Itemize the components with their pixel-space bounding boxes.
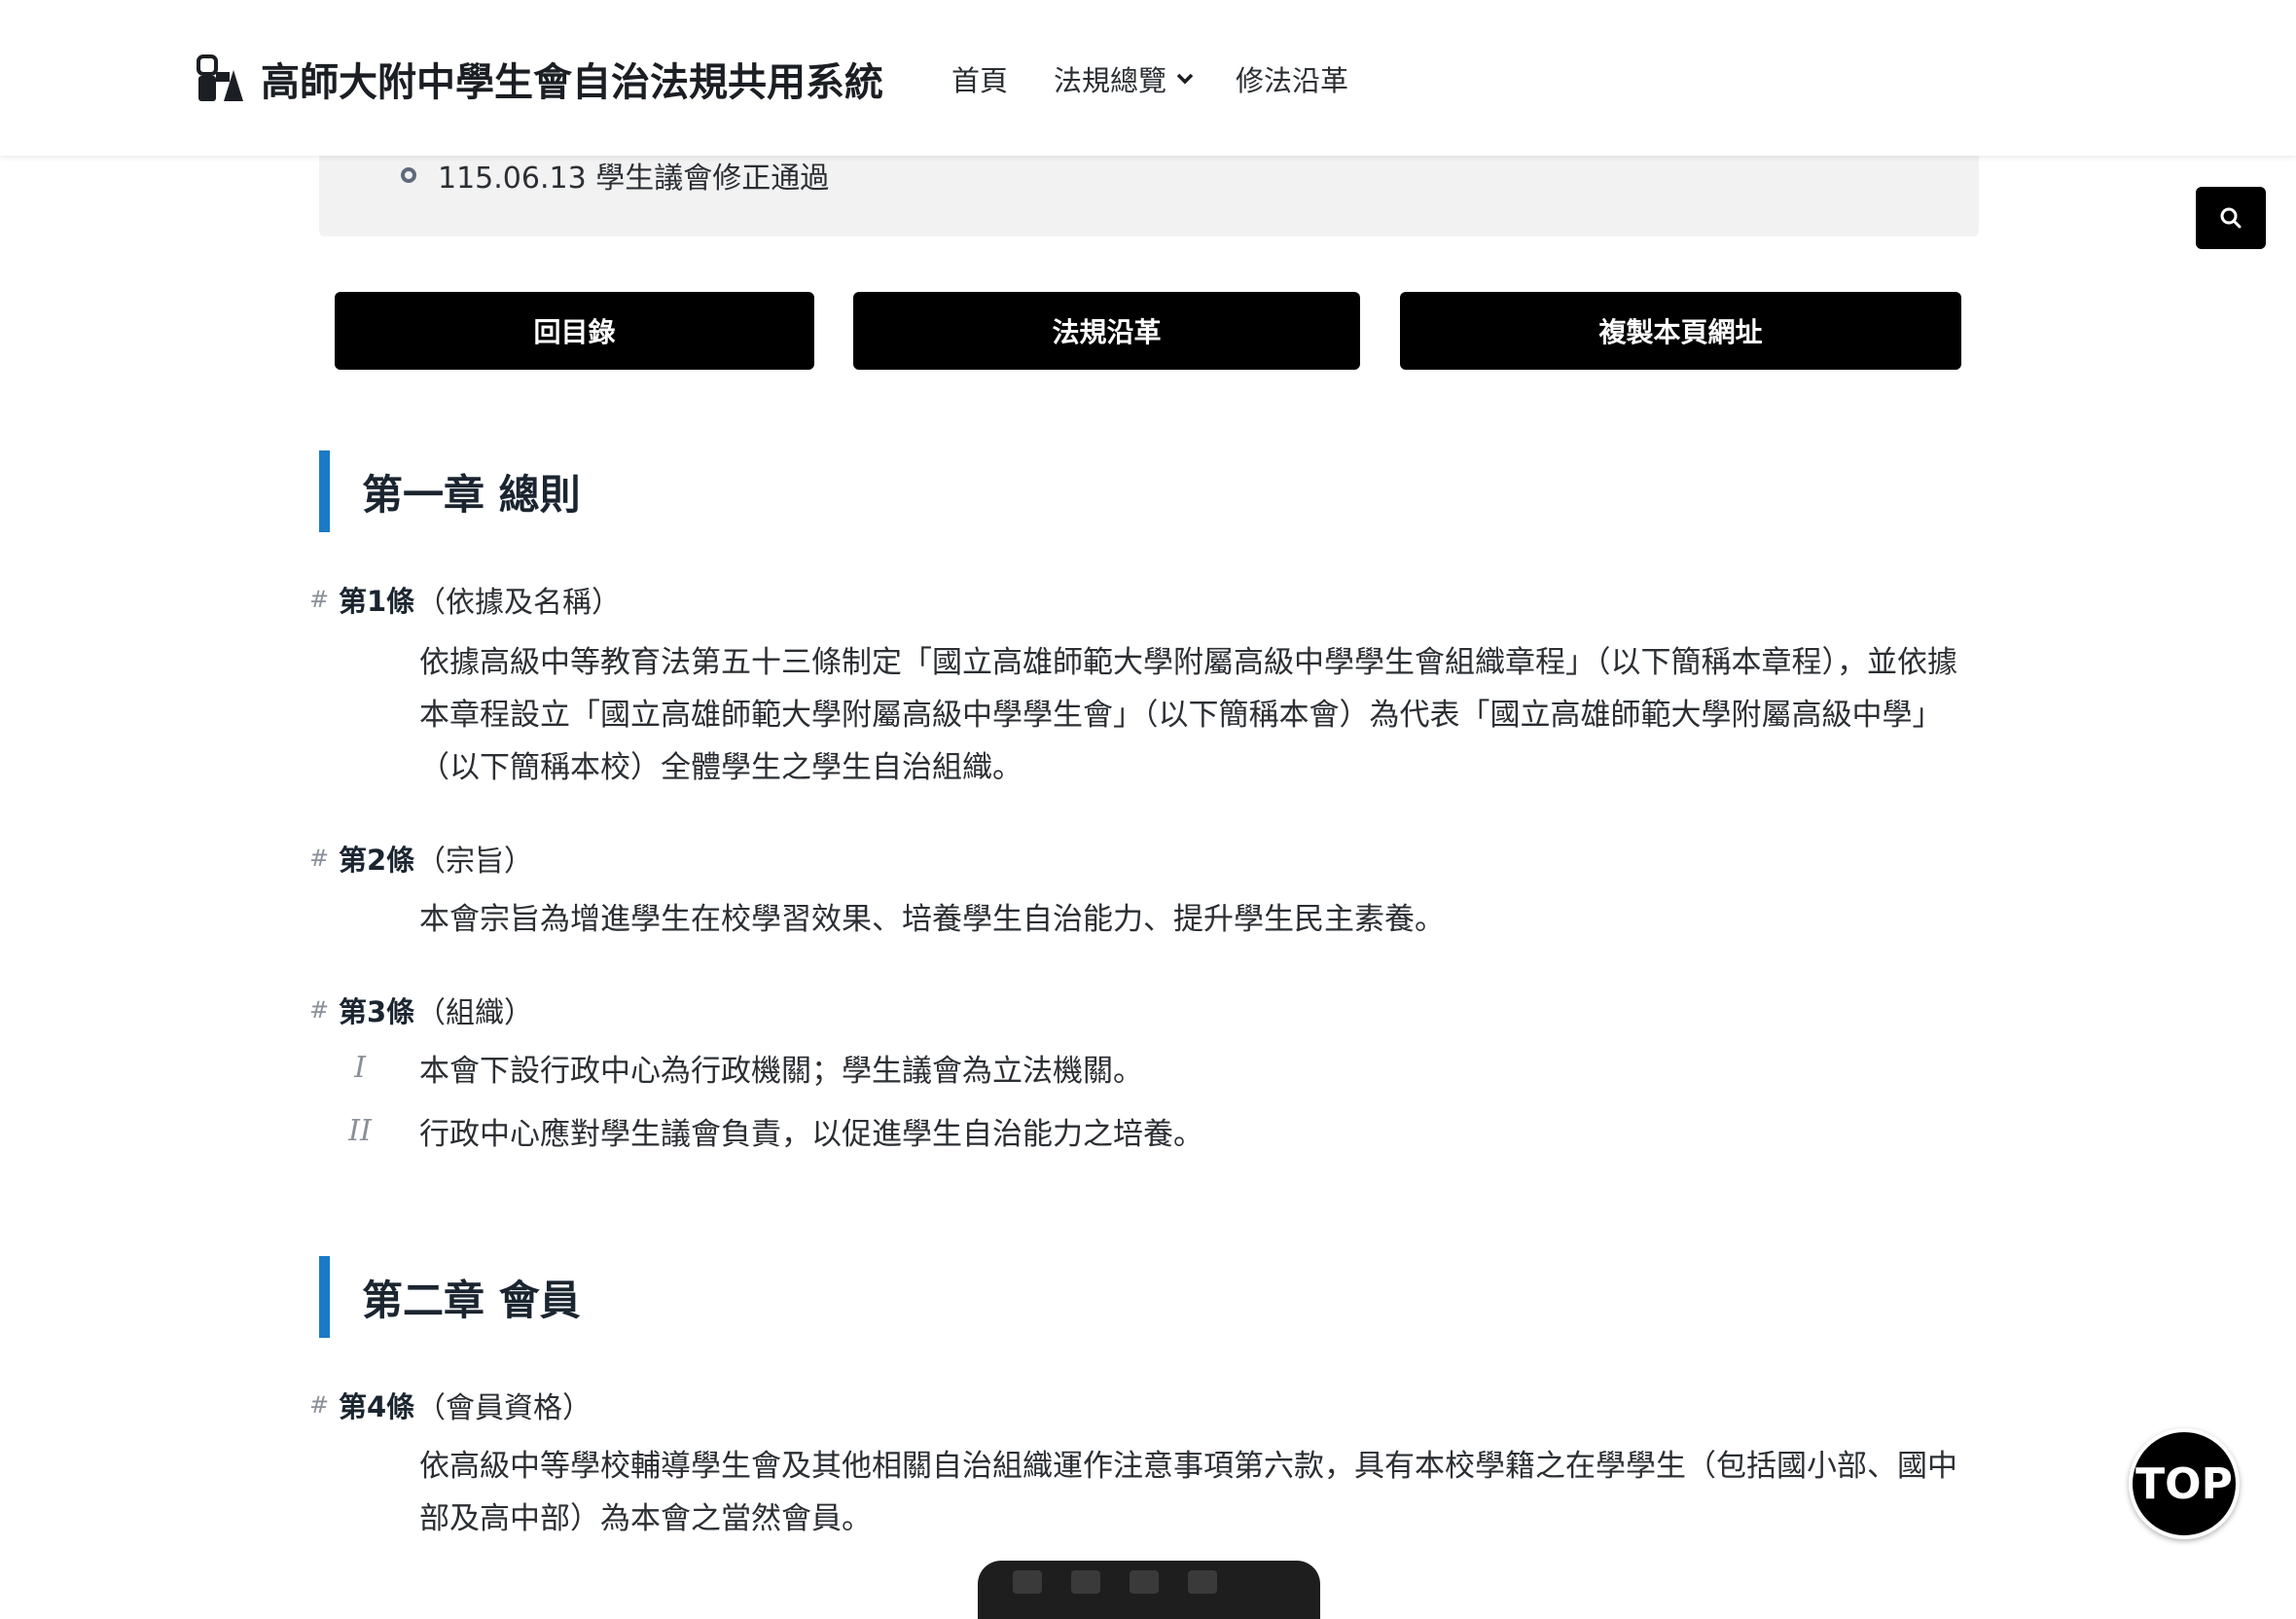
nav-label: 首頁 (951, 64, 1009, 97)
nav-home[interactable]: 首頁 (951, 58, 1008, 99)
nav-regulations-dropdown[interactable]: 法規總覽 (1054, 58, 1194, 99)
article-title: （依據及名稱） (416, 586, 621, 620)
toc-button[interactable]: 回目錄 (335, 292, 814, 370)
history-list-item: 115.06.13 學生議會修正通過 (401, 154, 829, 197)
anchor-link[interactable]: # (309, 586, 339, 613)
search-button[interactable] (2196, 187, 2266, 249)
anchor-link[interactable]: # (309, 845, 339, 872)
article-number: 第1條 (339, 585, 415, 618)
history-entry-text: 115.06.13 學生議會修正通過 (438, 162, 830, 196)
clause-number: I (354, 1051, 366, 1085)
pointer-icon[interactable] (1071, 1570, 1100, 1594)
clause-text: 本會下設行政中心為行政機關；學生議會為立法機關。 (419, 1054, 1143, 1089)
copy-url-button[interactable]: 複製本頁網址 (1400, 292, 1961, 370)
article-heading: # 第3條 （組織） (309, 989, 533, 1031)
article-number: 第2條 (339, 844, 415, 877)
anchor-link[interactable]: # (309, 996, 339, 1024)
list-icon[interactable] (1130, 1570, 1159, 1594)
article-heading: # 第4條 （會員資格） (309, 1384, 592, 1426)
anchor-link[interactable]: # (309, 1391, 339, 1419)
nav-label: 修法沿革 (1236, 64, 1349, 97)
history-button[interactable]: 法規沿革 (853, 292, 1360, 370)
clause-text: 行政中心應對學生議會負責，以促進學生自治能力之培養。 (419, 1117, 1203, 1152)
article-number: 第4條 (339, 1390, 415, 1423)
article-title: （會員資格） (416, 1391, 592, 1425)
top-navbar: 高師大附中學生會自治法規共用系統 首頁 法規總覽 修法沿革 (0, 0, 2296, 156)
article-text: 依高級中等學校輔導學生會及其他相關自治組織運作注意事項第六款，具有本校學籍之在學… (419, 1449, 1957, 1536)
settings-icon[interactable] (1188, 1570, 1217, 1594)
clause-number: II (348, 1114, 372, 1148)
search-icon (2220, 207, 2242, 229)
building-logo-icon (197, 54, 243, 101)
article-title: （宗旨） (416, 845, 533, 879)
bullet-icon (401, 167, 416, 183)
article-number: 第3條 (339, 995, 415, 1028)
article-text: 依據高級中等教育法第五十三條制定「國立高雄師範大學附屬高級中學學生會組織章程」（… (419, 645, 1957, 785)
article-text: 本會宗旨為增進學生在校學習效果、培養學生自治能力、提升學生民主素養。 (419, 902, 1445, 937)
main-content: 115.06.13 學生議會修正通過 回目錄 法規沿革 複製本頁網址 第一章 總… (0, 0, 2296, 1596)
article-heading: # 第1條 （依據及名稱） (309, 578, 621, 621)
article-heading: # 第2條 （宗旨） (309, 837, 533, 880)
chapter-heading: 第二章 會員 (319, 1256, 581, 1338)
chapter-heading: 第一章 總則 (319, 450, 581, 532)
nav-amendment-history[interactable]: 修法沿革 (1236, 58, 1348, 99)
article-title: （組織） (416, 996, 533, 1030)
font-size-icon[interactable] (1013, 1570, 1042, 1594)
reading-toolbar (978, 1561, 1320, 1619)
nav-label: 法規總覽 (1054, 64, 1167, 97)
site-title: 高師大附中學生會自治法規共用系統 (261, 60, 883, 105)
chevron-down-icon (1176, 73, 1194, 85)
brand-link[interactable]: 高師大附中學生會自治法規共用系統 (195, 51, 883, 107)
back-to-top-button[interactable]: TOP (2129, 1428, 2240, 1539)
